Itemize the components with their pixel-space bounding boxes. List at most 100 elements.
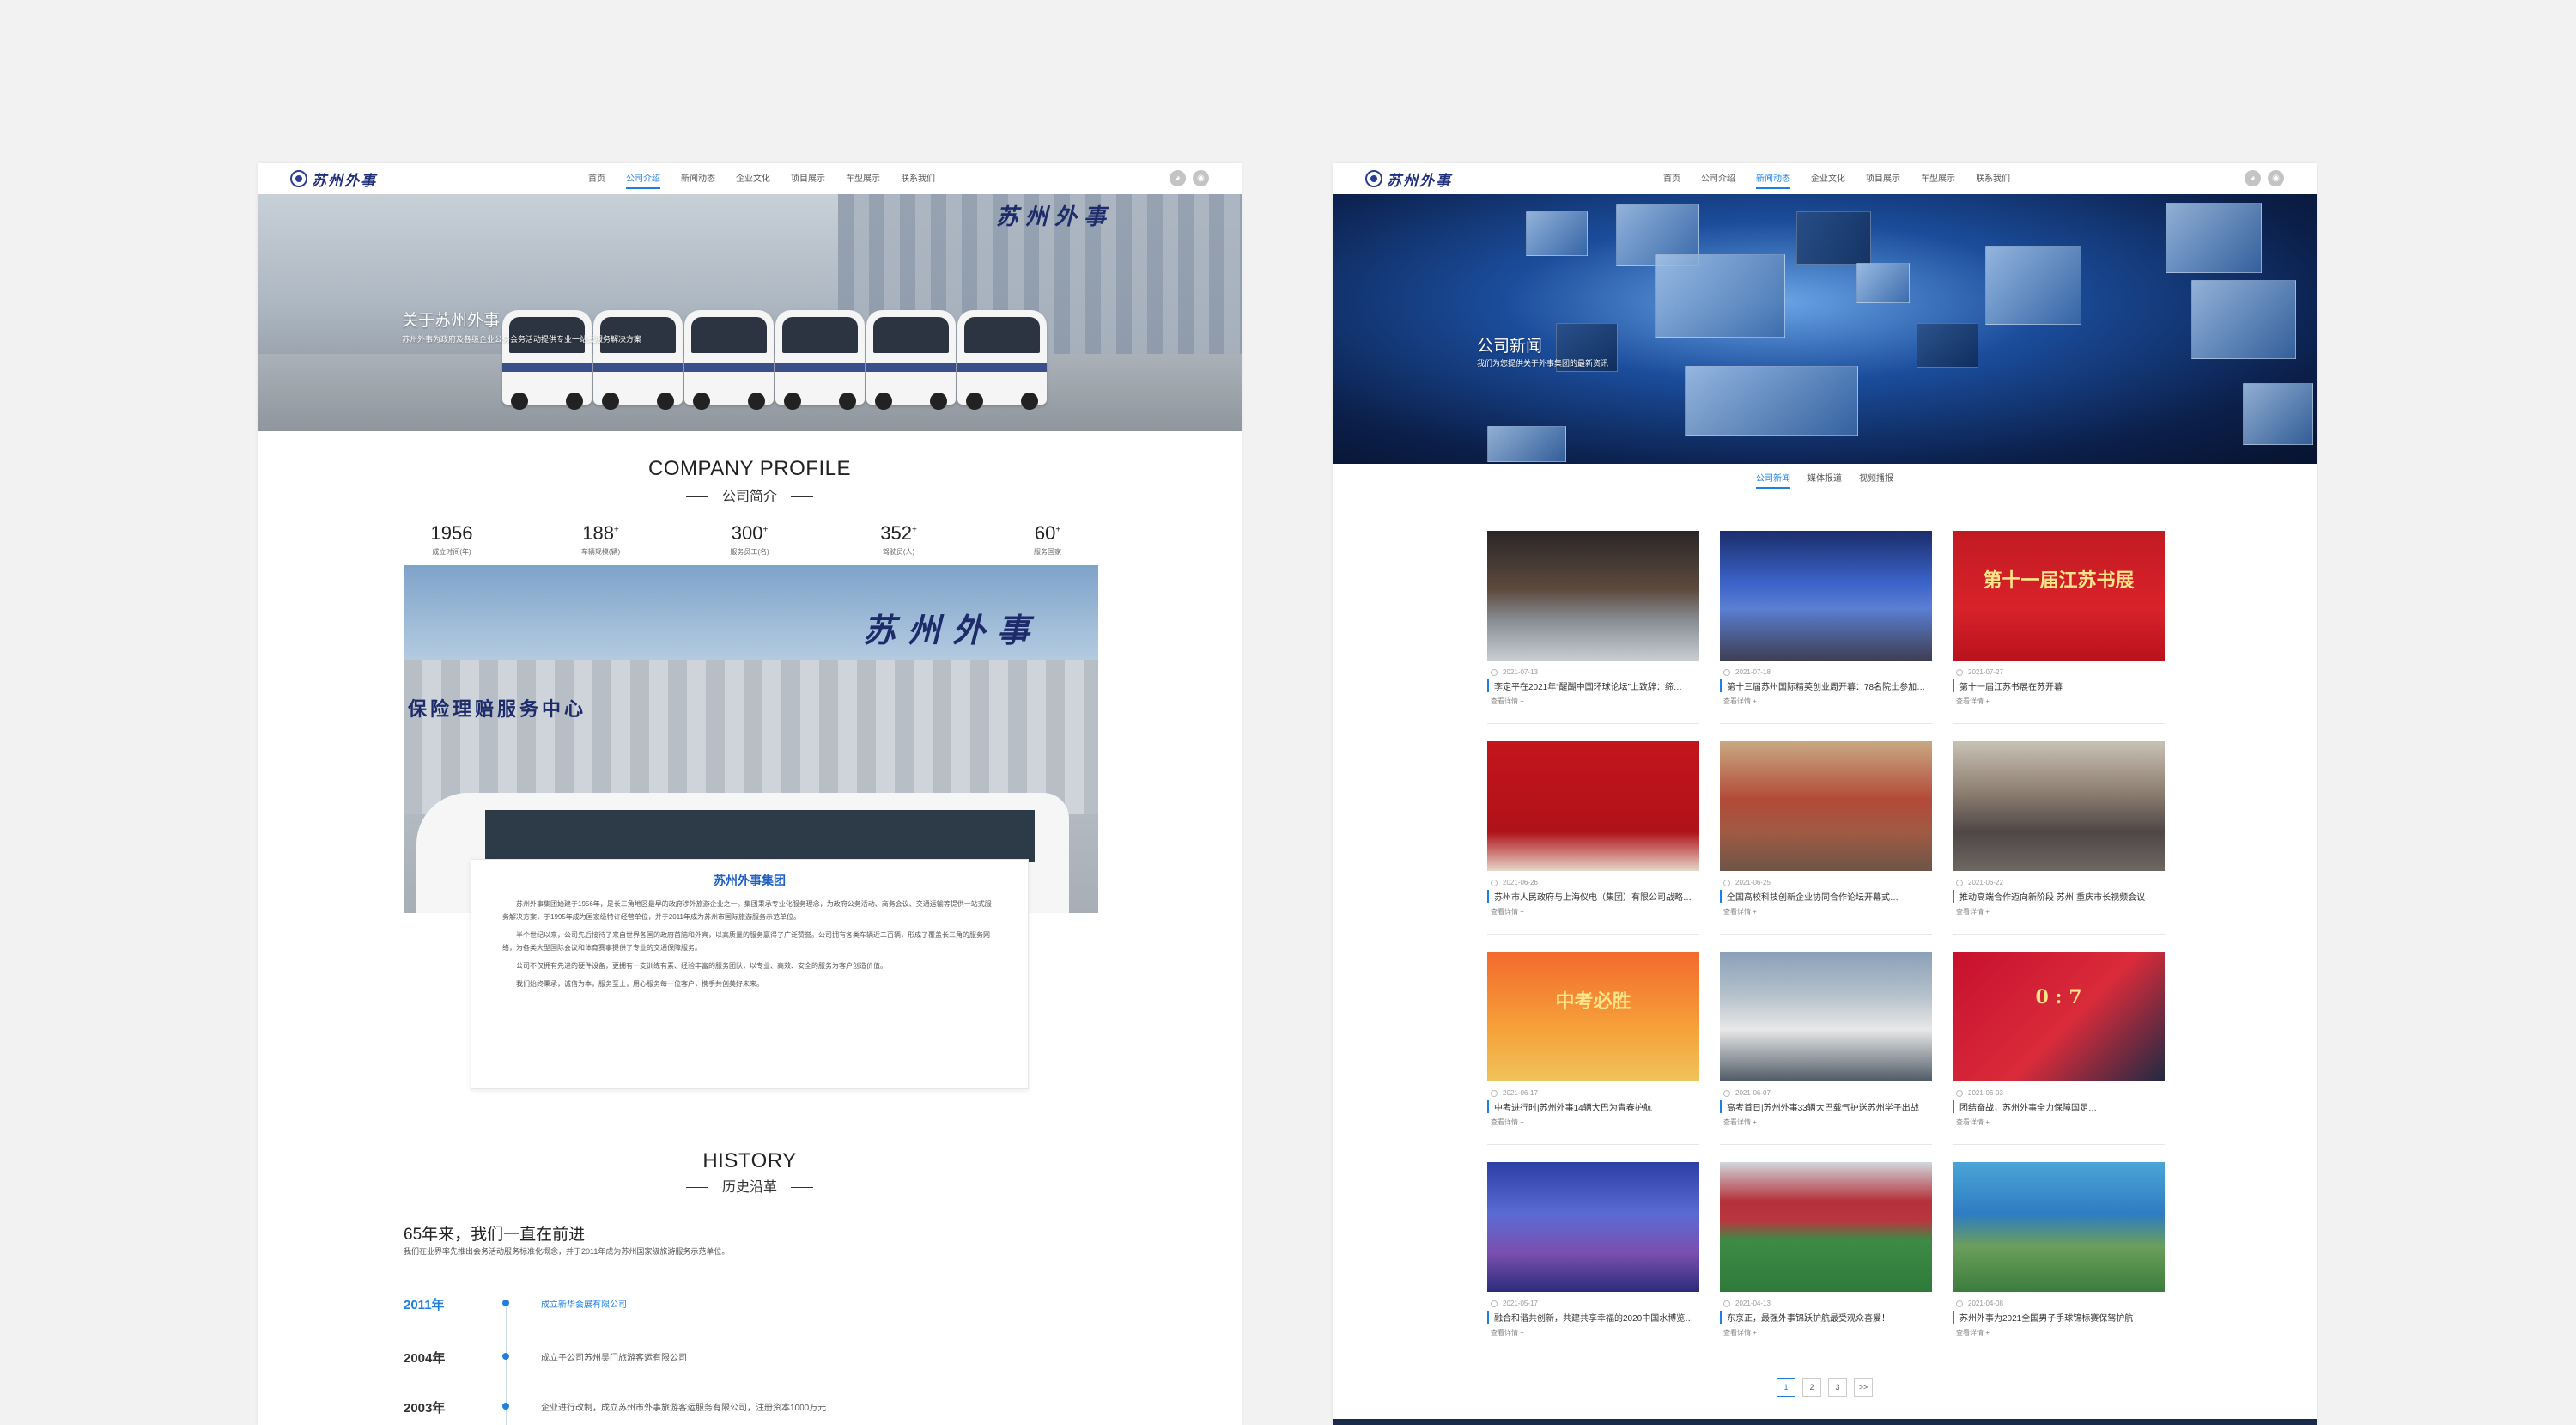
read-more-link[interactable]: 查看详情 + xyxy=(1487,1328,1699,1337)
menu-item-news[interactable]: 新闻动态 xyxy=(671,163,726,194)
news-card[interactable]: 2021-07-13 李定平在2021年“醒醐中国环球论坛”上致辞：缔… 查看详情 … xyxy=(1487,531,1699,724)
news-title[interactable]: 李定平在2021年“醒醐中国环球论坛”上致辞：缔… xyxy=(1487,679,1699,692)
news-card[interactable]: 中考必胜 2021-06-17 中考进行时|苏州外事14辆大巴为青春护航 查看详情 + xyxy=(1487,952,1699,1145)
news-title[interactable]: 中考进行时|苏州外事14辆大巴为青春护航 xyxy=(1487,1100,1699,1113)
news-date: 2021-07-18 xyxy=(1720,668,1932,676)
news-card[interactable]: 2021-06-25 全国高校科技创新企业协同合作论坛开幕式… 查看详情 + xyxy=(1720,741,1932,935)
read-more-link[interactable]: 查看详情 + xyxy=(1720,907,1932,917)
read-more-link[interactable]: 查看详情 + xyxy=(1953,1328,2165,1337)
next-page-button[interactable]: >> xyxy=(1854,1378,1873,1397)
stat-label: 服务员工(名) xyxy=(730,548,769,556)
stat-number: 188 xyxy=(582,522,614,544)
news-card[interactable]: 2021-04-08 苏州外事为2021全国男子手球锦标赛保驾护航 查看详情 + xyxy=(1953,1162,2165,1355)
news-card[interactable]: 2021-06-07 高考首日|苏州外事33辆大巴载气护送苏州学子出战 查看详情 + xyxy=(1720,952,1932,1145)
news-thumbnail[interactable] xyxy=(1953,741,2165,871)
menu-item-about[interactable]: 公司介绍 xyxy=(616,163,671,194)
menu-item-news[interactable]: 新闻动态 xyxy=(1746,163,1801,194)
timeline-event: 成立子公司苏州吴门旅游客运有限公司 xyxy=(541,1354,687,1363)
read-more-link[interactable]: 查看详情 + xyxy=(1720,1328,1932,1337)
read-more-link[interactable]: 查看详情 + xyxy=(1487,907,1699,917)
news-title[interactable]: 苏州市人民政府与上海仪电（集团）有限公司战略… xyxy=(1487,890,1699,903)
news-thumbnail[interactable] xyxy=(1720,952,1932,1081)
news-title[interactable]: 融合和谐共创新，共建共享幸福的2020中国水博览… xyxy=(1487,1311,1699,1324)
timeline-item[interactable]: 2003年 企业进行改制，成立苏州市外事旅游客运服务有限公司，注册资本1000万… xyxy=(404,1398,1005,1416)
news-thumbnail[interactable] xyxy=(1720,531,1932,661)
building-sign-image: 保险理赔服务中心 xyxy=(408,698,587,721)
news-card[interactable]: 2021-06-22 推动高端合作迈向新阶段 苏州·重庆市长视频会议 查看详情 + xyxy=(1953,741,2165,935)
timeline-dot xyxy=(502,1353,509,1360)
read-more-link[interactable]: 查看详情 + xyxy=(1953,1117,2165,1127)
news-thumbnail[interactable]: 0 : 7 xyxy=(1953,952,2165,1081)
news-date: 2021-06-07 xyxy=(1720,1089,1932,1097)
news-banner: 公司新闻 我们为您提供关于外事集团的最新资讯 xyxy=(1333,194,2317,464)
news-title[interactable]: 团结奋战，苏州外事全力保障国足… xyxy=(1953,1100,2165,1113)
news-title[interactable]: 高考首日|苏州外事33辆大巴载气护送苏州学子出战 xyxy=(1720,1100,1932,1113)
menu-item-about[interactable]: 公司介绍 xyxy=(1691,163,1746,194)
news-thumbnail[interactable] xyxy=(1487,741,1699,871)
menu-item-vehicles[interactable]: 车型展示 xyxy=(1911,163,1965,194)
banner-title: 公司新闻 xyxy=(1477,338,1543,356)
read-more-link[interactable]: 查看详情 + xyxy=(1487,1117,1699,1127)
building-sign-image: 苏州外事 xyxy=(995,204,1113,230)
news-thumbnail[interactable]: 中考必胜 xyxy=(1487,952,1699,1081)
menu-item-culture[interactable]: 企业文化 xyxy=(726,163,781,194)
stat-item: 352+ 驾驶员(人) xyxy=(848,522,951,557)
banner-tile-image xyxy=(1985,246,2081,325)
menu-item-culture[interactable]: 企业文化 xyxy=(1801,163,1856,194)
menu-item-contact[interactable]: 联系我们 xyxy=(1965,163,2020,194)
wechat-icon[interactable]: ◕ xyxy=(2245,170,2261,186)
read-more-link[interactable]: 查看详情 + xyxy=(1953,907,2165,917)
menu-item-projects[interactable]: 项目展示 xyxy=(1856,163,1911,194)
news-thumbnail[interactable] xyxy=(1487,1162,1699,1292)
site-logo[interactable]: 苏州外事 xyxy=(290,169,377,190)
profile-heading-cn: 公司简介 xyxy=(258,484,1242,505)
page-2-button[interactable]: 2 xyxy=(1802,1378,1821,1397)
news-card[interactable]: 2021-05-17 融合和谐共创新，共建共享幸福的2020中国水博览… 查看详情 … xyxy=(1487,1162,1699,1355)
news-thumbnail[interactable] xyxy=(1720,1162,1932,1292)
company-stats: 1956 成立时间(年) 188+ 车辆规模(辆) 300+ 服务员工(名) 352+… xyxy=(400,522,1099,557)
read-more-link[interactable]: 查看详情 + xyxy=(1953,697,2165,706)
menu-item-projects[interactable]: 项目展示 xyxy=(781,163,835,194)
news-card[interactable]: 0 : 7 2021-06-03 团结奋战，苏州外事全力保障国足… 查看详情 + xyxy=(1953,952,2165,1145)
timeline-item[interactable]: 2004年 成立子公司苏州吴门旅游客运有限公司 xyxy=(404,1349,1005,1366)
site-logo[interactable]: 苏州外事 xyxy=(1365,169,1452,190)
building-sign-image: 苏州外事 xyxy=(863,611,1042,649)
news-title[interactable]: 苏州外事为2021全国男子手球锦标赛保驾护航 xyxy=(1953,1311,2165,1324)
tab-media-reports[interactable]: 媒体报道 xyxy=(1807,471,1842,489)
news-card[interactable]: 2021-04-13 东京正，最强外事锦跃护航最受观众喜爱！ 查看详情 + xyxy=(1720,1162,1932,1355)
page-3-button[interactable]: 3 xyxy=(1828,1378,1847,1397)
news-thumbnail[interactable] xyxy=(1953,1162,2165,1292)
read-more-link[interactable]: 查看详情 + xyxy=(1487,697,1699,706)
page-1-button[interactable]: 1 xyxy=(1777,1378,1795,1397)
tab-video[interactable]: 视频播报 xyxy=(1859,471,1893,489)
tab-company-news[interactable]: 公司新闻 xyxy=(1756,471,1790,489)
menu-item-contact[interactable]: 联系我们 xyxy=(890,163,945,194)
news-thumbnail[interactable] xyxy=(1720,741,1932,871)
news-card[interactable]: 第十一届江苏书展 2021-07-27 第十一届江苏书展在苏开幕 查看详情 + xyxy=(1953,531,2165,724)
news-card[interactable]: 2021-06-26 苏州市人民政府与上海仪电（集团）有限公司战略… 查看详情 + xyxy=(1487,741,1699,935)
wechat-icon[interactable]: ◕ xyxy=(1170,170,1186,186)
menu-item-home[interactable]: 首页 xyxy=(578,163,616,194)
news-thumbnail[interactable]: 第十一届江苏书展 xyxy=(1953,531,2165,661)
news-title[interactable]: 第十一届江苏书展在苏开幕 xyxy=(1953,679,2165,692)
read-more-link[interactable]: 查看详情 + xyxy=(1720,1117,1932,1127)
top-navbar: 苏州外事 首页 公司介绍 新闻动态 企业文化 项目展示 车型展示 联系我们 ◕ … xyxy=(1333,163,2317,194)
news-title[interactable]: 第十三届苏州国际精英创业周开幕：78名院士参加… xyxy=(1720,679,1932,692)
news-page-mockup: 苏州外事 首页 公司介绍 新闻动态 企业文化 项目展示 车型展示 联系我们 ◕ … xyxy=(1333,163,2317,1425)
banner-tile-image xyxy=(2191,280,2296,359)
timeline-item[interactable]: 2011年 成立新华会展有限公司 xyxy=(404,1295,1005,1312)
weibo-icon[interactable]: ◉ xyxy=(2268,170,2284,186)
news-card[interactable]: 2021-07-18 第十三届苏州国际精英创业周开幕：78名院士参加… 查看详情 + xyxy=(1720,531,1932,724)
news-thumbnail[interactable] xyxy=(1487,531,1699,661)
stat-label: 车辆规模(辆) xyxy=(580,548,621,556)
timeline-event: 企业进行改制，成立苏州市外事旅游客运服务有限公司，注册资本1000万元 xyxy=(541,1404,827,1413)
read-more-link[interactable]: 查看详情 + xyxy=(1720,697,1932,706)
intro-paragraph: 公司不仅拥有先进的硬件设备，更拥有一支训练有素、经验丰富的服务团队，以专业、高效… xyxy=(516,962,887,970)
weibo-icon[interactable]: ◉ xyxy=(1193,170,1209,186)
news-title[interactable]: 东京正，最强外事锦跃护航最受观众喜爱！ xyxy=(1720,1311,1932,1324)
menu-item-home[interactable]: 首页 xyxy=(1653,163,1691,194)
news-title[interactable]: 全国高校科技创新企业协同合作论坛开幕式… xyxy=(1720,890,1932,903)
news-title[interactable]: 推动高端合作迈向新阶段 苏州·重庆市长视频会议 xyxy=(1953,890,2165,903)
banner-tile-image xyxy=(1917,323,1978,368)
menu-item-vehicles[interactable]: 车型展示 xyxy=(835,163,890,194)
